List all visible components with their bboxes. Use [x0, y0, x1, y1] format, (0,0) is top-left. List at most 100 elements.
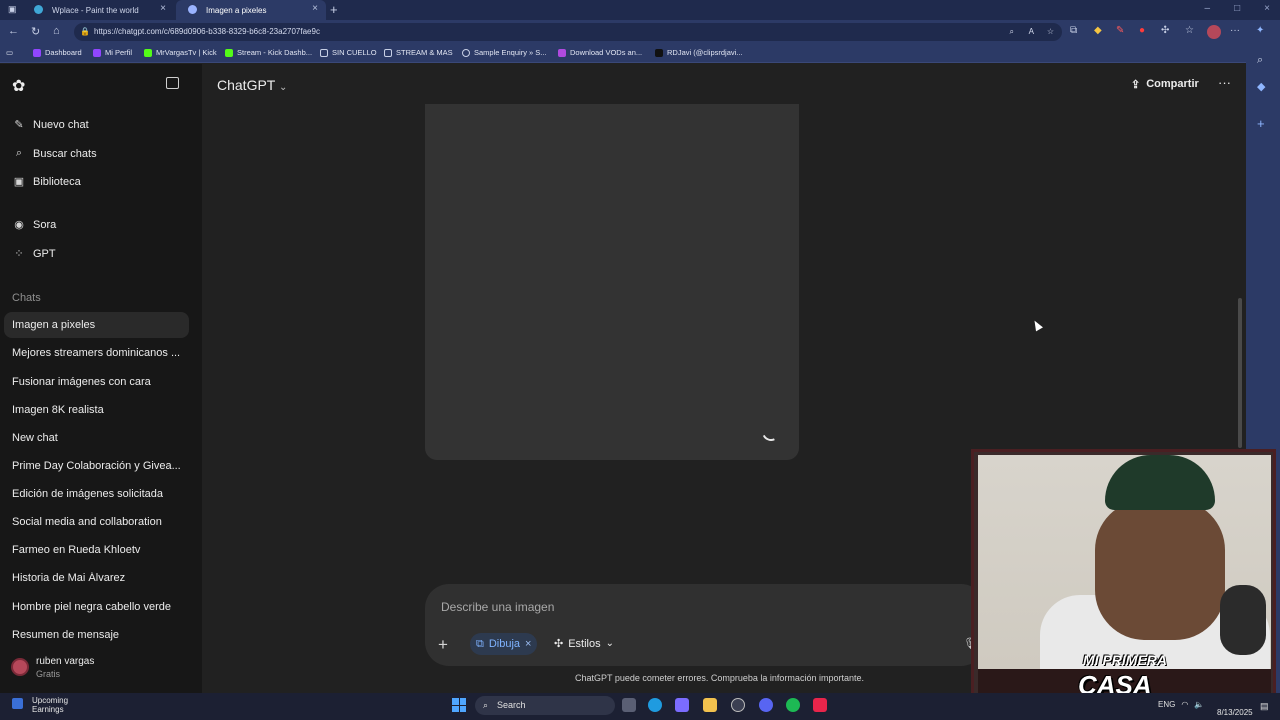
tiktok-icon: [655, 48, 663, 57]
chat-item[interactable]: Fusionar imágenes con cara: [12, 376, 190, 388]
chat-item[interactable]: Resumen de mensaje: [12, 629, 190, 641]
copilot-icon[interactable]: [675, 698, 689, 712]
minimize-icon[interactable]: –: [1205, 3, 1211, 14]
bookmark-kick-dashboard[interactable]: Stream - Kick Dashb...: [225, 48, 312, 57]
file-explorer-icon[interactable]: [703, 698, 717, 712]
close-tab-icon[interactable]: ×: [312, 3, 318, 14]
new-chat-button[interactable]: ✎ Nuevo chat: [12, 118, 88, 132]
taskbar-widget[interactable]: Upcoming Earnings: [12, 696, 68, 714]
maximize-icon[interactable]: □: [1234, 3, 1240, 14]
chat-item[interactable]: Imagen 8K realista: [12, 404, 190, 416]
task-view-icon[interactable]: [622, 698, 636, 712]
browser-tab-bar: ▣ Wplace - Paint the world × Imagen a pi…: [0, 0, 1280, 20]
overlay-logo-line1: MI PRIMERA: [1083, 652, 1167, 668]
favorite-star-icon[interactable]: ☆: [1047, 23, 1054, 41]
chat-item[interactable]: Social media and collaboration: [12, 516, 190, 528]
search-chats-button[interactable]: ⌕ Buscar chats: [12, 147, 97, 160]
sora-label: Sora: [33, 218, 57, 231]
windows-logo-icon: [452, 698, 459, 705]
openai-logo-icon[interactable]: ✿: [12, 76, 25, 96]
taskbar-search[interactable]: ⌕ Search: [475, 696, 615, 715]
home-icon[interactable]: ⌂: [53, 25, 60, 37]
bookmark-label: MrVargasTv | Kick: [156, 48, 217, 57]
extension-icon[interactable]: ✎: [1116, 25, 1124, 36]
new-tab-button[interactable]: +: [330, 2, 338, 17]
copilot-icon[interactable]: ✦: [1256, 25, 1264, 36]
favorites-icon[interactable]: ☆: [1185, 25, 1194, 36]
chat-item[interactable]: Historia de Mai Álvarez: [12, 572, 190, 584]
extension-icon[interactable]: ●: [1139, 25, 1145, 36]
share-label: Compartir: [1146, 78, 1199, 90]
language-indicator[interactable]: ENG: [1158, 700, 1175, 709]
add-icon[interactable]: +: [1257, 116, 1265, 131]
bookmark-download-vods[interactable]: Download VODs an...: [558, 48, 642, 57]
add-attachment-icon[interactable]: +: [438, 635, 448, 655]
windows-taskbar: [0, 693, 1280, 720]
chat-item[interactable]: New chat: [12, 432, 190, 444]
edge-icon[interactable]: [648, 698, 662, 712]
bookmark-sample-enquiry[interactable]: Sample Enquiry » S...: [462, 48, 547, 57]
close-tab-icon[interactable]: ×: [160, 3, 166, 14]
profile-avatar-icon[interactable]: [1207, 25, 1221, 39]
disclaimer-text: ChatGPT puede cometer errores. Comprueba…: [575, 673, 864, 683]
library-button[interactable]: ▣ Biblioteca: [12, 175, 81, 189]
chats-section-title: Chats: [12, 292, 41, 304]
puzzle-icon[interactable]: ✣: [1161, 25, 1169, 36]
chat-item[interactable]: Imagen a pixeles: [12, 319, 190, 331]
wifi-icon[interactable]: ◠: [1181, 700, 1188, 709]
chat-item[interactable]: Prime Day Colaboración y Givea...: [12, 460, 190, 472]
chat-item[interactable]: Mejores streamers dominicanos ...: [12, 347, 190, 359]
sora-button[interactable]: ◉ Sora: [12, 218, 57, 232]
gpt-button[interactable]: ⁘ GPT: [12, 247, 55, 261]
more-options-icon[interactable]: ···: [1218, 75, 1231, 90]
bookmark-folder-sin-cuello[interactable]: SIN CUELLO: [320, 48, 377, 57]
mouse-cursor-icon: [1031, 318, 1043, 332]
chat-item[interactable]: Hombre piel negra cabello verde: [12, 601, 190, 613]
share-button[interactable]: ⇪ Compartir: [1131, 78, 1199, 91]
extensions-icon[interactable]: ⧉: [1070, 25, 1077, 36]
read-aloud-icon[interactable]: A: [1029, 23, 1034, 41]
twitch-icon: [93, 48, 101, 57]
search-icon[interactable]: ⌕: [1257, 54, 1263, 67]
user-avatar[interactable]: [11, 658, 29, 676]
app-icon[interactable]: [813, 698, 827, 712]
back-icon[interactable]: ←: [8, 25, 19, 37]
bookmark-folder-stream-mas[interactable]: STREAM & MAS: [384, 48, 453, 57]
url-field[interactable]: 🔒 https://chatgpt.com/c/689d0906-b338-83…: [74, 23, 1062, 41]
globe-icon: [462, 48, 470, 57]
volume-icon[interactable]: 🔈: [1194, 700, 1204, 709]
notifications-icon[interactable]: ▤: [1260, 701, 1269, 712]
scrollbar[interactable]: [1238, 298, 1242, 448]
close-window-icon[interactable]: ×: [1264, 3, 1270, 14]
prompt-input-placeholder[interactable]: Describe una imagen: [441, 600, 554, 614]
windows-logo-icon: [452, 705, 459, 712]
obs-icon[interactable]: [731, 698, 745, 712]
zoom-icon[interactable]: ⌕: [1010, 23, 1014, 41]
draw-tool-chip[interactable]: ⧉ Dibuja ×: [470, 633, 538, 655]
bookmarks-toggle-icon[interactable]: ▭: [6, 48, 13, 57]
bookmark-mi-perfil[interactable]: Mi Perfil: [93, 48, 132, 57]
taskbar-clock[interactable]: 8/13/2025: [1217, 698, 1253, 718]
model-selector[interactable]: ChatGPT ⌄: [217, 77, 287, 93]
user-name[interactable]: ruben vargas: [36, 656, 94, 667]
extension-icon[interactable]: ◆: [1094, 25, 1102, 36]
styles-label: Estilos: [568, 637, 601, 650]
styles-dropdown[interactable]: ✣ Estilos ⌄: [554, 637, 614, 651]
chat-item[interactable]: Farmeo en Rueda Khloetv: [12, 544, 190, 556]
tab-actions-icon[interactable]: ▣: [8, 4, 17, 15]
chat-item[interactable]: Edición de imágenes solicitada: [12, 488, 190, 500]
discord-icon[interactable]: [759, 698, 773, 712]
tab-wplace[interactable]: Wplace - Paint the world ×: [22, 0, 174, 20]
reload-icon[interactable]: ↻: [31, 25, 40, 38]
start-button[interactable]: [452, 698, 466, 712]
tag-icon[interactable]: ◆: [1257, 80, 1265, 93]
tab-imagen-a-pixeles[interactable]: Imagen a pixeles ×: [176, 0, 326, 20]
bookmark-dashboard[interactable]: Dashboard: [33, 48, 82, 57]
remove-chip-icon[interactable]: ×: [525, 638, 531, 650]
sidebar-toggle-icon[interactable]: [166, 77, 179, 89]
spotify-icon[interactable]: [786, 698, 800, 712]
bookmark-rdjavi[interactable]: RDJavi (@clipsrdjavi...: [655, 48, 743, 57]
taskbar-search-label: Search: [497, 700, 526, 710]
menu-dots-icon[interactable]: ···: [1230, 25, 1240, 36]
bookmark-kick[interactable]: MrVargasTv | Kick: [144, 48, 217, 57]
